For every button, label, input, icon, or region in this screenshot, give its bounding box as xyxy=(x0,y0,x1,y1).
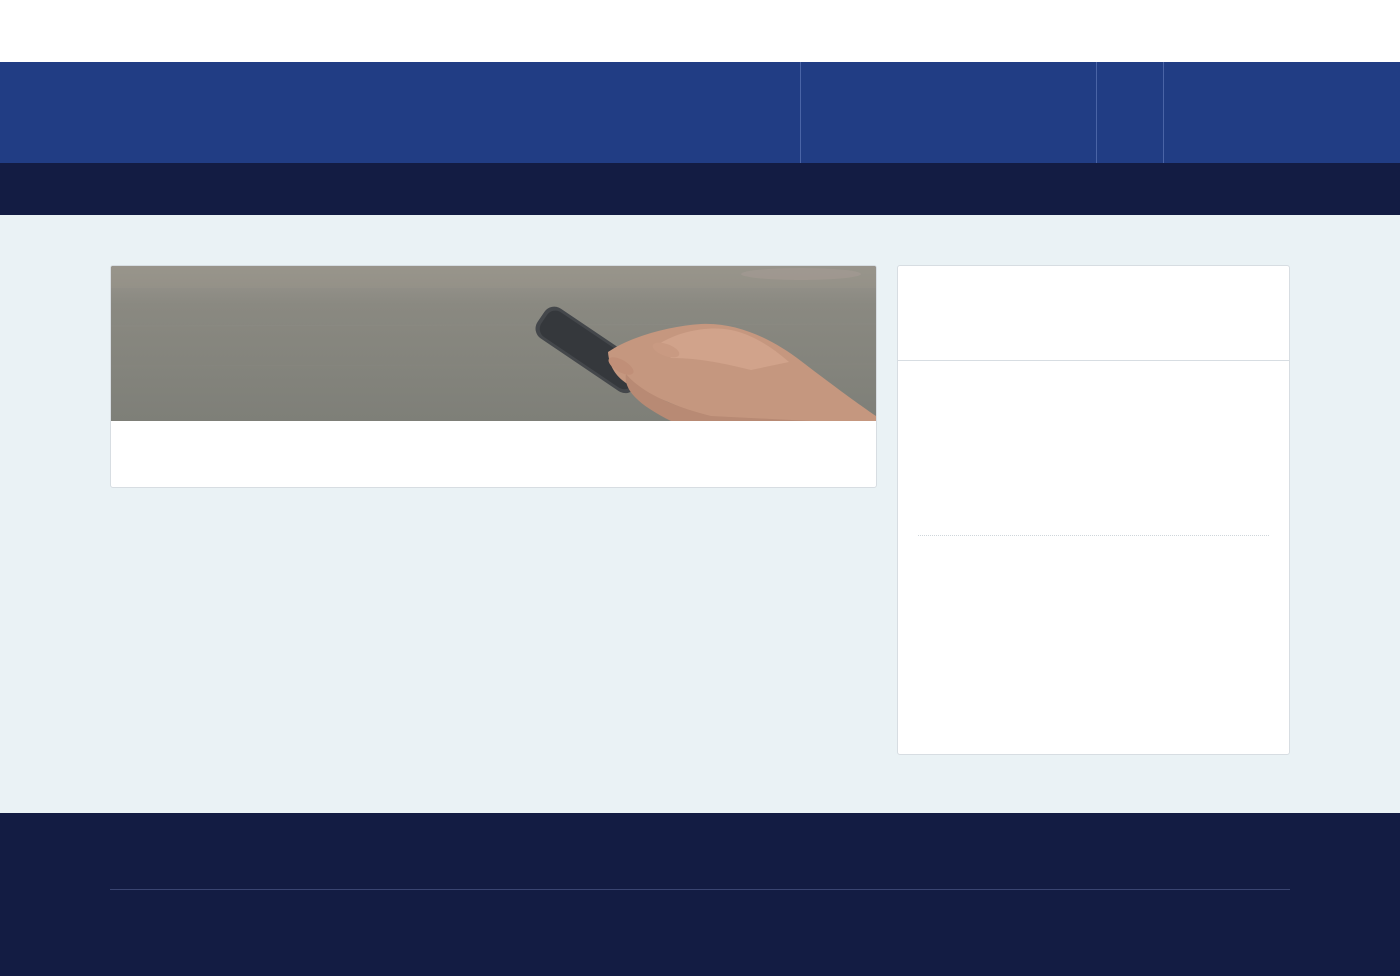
main-content xyxy=(0,215,1400,813)
sidebar-card xyxy=(897,265,1290,755)
main-header xyxy=(0,62,1400,163)
sidebar-card-header xyxy=(898,266,1289,361)
header-nav-item-3[interactable] xyxy=(1163,62,1400,163)
secondary-nav-bar xyxy=(0,163,1400,215)
phone-in-hands-photo-icon xyxy=(111,266,876,421)
hero-card[interactable] xyxy=(110,265,877,488)
header-nav-item-1[interactable] xyxy=(800,62,1096,163)
hero-image xyxy=(111,266,876,421)
header-nav-item-2[interactable] xyxy=(1096,62,1163,163)
page-footer xyxy=(0,813,1400,976)
footer-divider xyxy=(110,889,1290,890)
top-utility-bar xyxy=(0,0,1400,62)
sidebar-divider xyxy=(918,535,1269,536)
